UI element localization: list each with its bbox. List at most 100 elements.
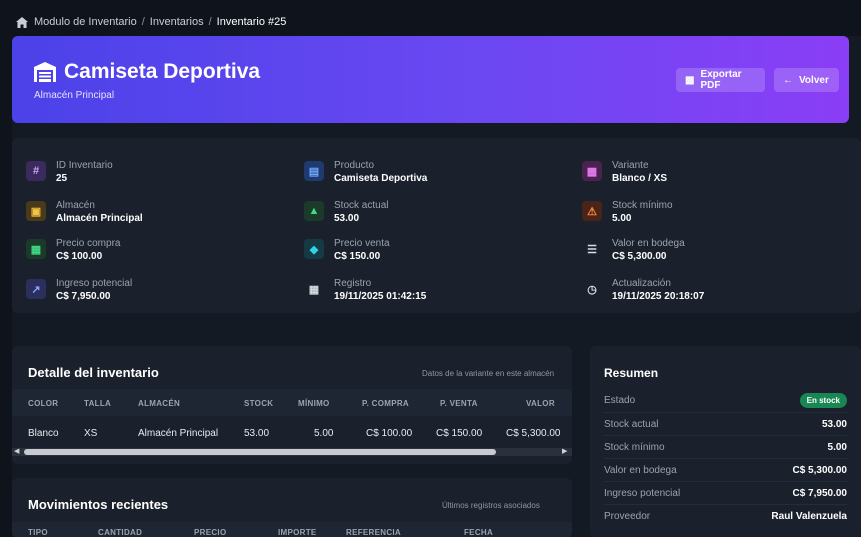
- info-label: Variante: [612, 160, 649, 171]
- column-header[interactable]: COLOR: [28, 399, 58, 408]
- info-item-warehouse: ▣ Almacén Almacén Principal: [26, 200, 143, 225]
- warning-icon: ⚠: [582, 201, 602, 221]
- info-label: ID Inventario: [56, 160, 113, 171]
- column-header[interactable]: VALOR: [526, 399, 555, 408]
- table-cell: Blanco: [28, 428, 59, 439]
- info-value: C$ 7,950.00: [56, 291, 111, 302]
- status-badge: En stock: [799, 392, 847, 408]
- summary-label: Stock actual: [604, 418, 659, 430]
- coins-icon: ☰: [587, 243, 597, 256]
- summary-card: Resumen Estado En stock Stock actual 53.…: [590, 346, 861, 537]
- page-header: Camiseta Deportiva Almacén Principal ▩ E…: [12, 36, 849, 123]
- table-cell: C$ 100.00: [366, 428, 413, 439]
- variant-icon: ▩: [582, 161, 602, 181]
- column-header[interactable]: CANTIDAD: [98, 528, 142, 537]
- column-header[interactable]: FECHA: [464, 528, 493, 537]
- warehouse-icon: [34, 62, 56, 82]
- info-value: 19/11/2025 20:18:07: [612, 291, 705, 302]
- column-header[interactable]: PRECIO: [194, 528, 226, 537]
- column-header[interactable]: TIPO: [28, 528, 48, 537]
- table-cell: XS: [84, 428, 98, 439]
- info-value: Blanco / XS: [612, 173, 668, 184]
- summary-label: Ingreso potencial: [604, 487, 681, 499]
- info-item-id: # ID Inventario 25: [26, 160, 113, 185]
- table-header: TIPO CANTIDAD PRECIO IMPORTE REFERENCIA …: [12, 522, 572, 537]
- page-title: Camiseta Deportiva: [34, 60, 260, 84]
- info-label: Precio compra: [56, 238, 121, 249]
- summary-title: Resumen: [604, 366, 659, 380]
- info-value: 5.00: [612, 213, 632, 224]
- file-pdf-icon: ▩: [685, 74, 695, 86]
- warehouse-icon: ▣: [26, 201, 46, 221]
- info-label: Valor en bodega: [612, 238, 685, 249]
- column-header[interactable]: P. COMPRA: [362, 399, 409, 408]
- summary-value: C$ 5,300.00: [792, 464, 848, 476]
- table-cell: 5.00: [314, 428, 334, 439]
- chart-line-icon: ↗: [26, 279, 46, 299]
- info-item-product: ▤ Producto Camiseta Deportiva: [304, 160, 427, 185]
- table-cell: Almacén Principal: [138, 428, 219, 439]
- box-icon: ▤: [304, 161, 324, 181]
- summary-value: Raul Valenzuela: [771, 510, 847, 522]
- column-header[interactable]: ALMACÉN: [138, 399, 180, 408]
- summary-label: Stock mínimo: [604, 441, 665, 453]
- info-label: Registro: [334, 278, 372, 289]
- info-item-purchase-price: ▦ Precio compra C$ 100.00: [26, 238, 120, 263]
- summary-row-status: Estado En stock: [604, 389, 847, 411]
- info-value: Camiseta Deportiva: [334, 173, 428, 184]
- page: Modulo de Inventario / Inventarios / Inv…: [12, 8, 861, 537]
- home-icon[interactable]: [16, 16, 28, 28]
- column-header[interactable]: IMPORTE: [278, 528, 317, 537]
- hash-icon: #: [26, 161, 46, 181]
- clock-icon: ◷: [587, 283, 597, 296]
- money-icon: ▦: [26, 239, 46, 259]
- summary-row: Proveedor Raul Valenzuela: [604, 505, 847, 527]
- info-item-current-stock: ▲ Stock actual 53.00: [304, 200, 388, 225]
- summary-row: Ingreso potencial C$ 7,950.00: [604, 482, 847, 504]
- arrow-left-icon: ←: [783, 74, 793, 86]
- scroll-right-icon[interactable]: ▶: [562, 448, 567, 456]
- horizontal-scrollbar[interactable]: ◀ ▶: [12, 448, 572, 456]
- export-pdf-button[interactable]: ▩ Exportar PDF: [676, 68, 765, 92]
- info-value: Almacén Principal: [56, 213, 143, 224]
- table-cell: C$ 150.00: [436, 428, 483, 439]
- back-label: Volver: [799, 74, 829, 86]
- column-header[interactable]: TALLA: [84, 399, 111, 408]
- info-value: C$ 100.00: [56, 251, 103, 262]
- info-value: 25: [56, 173, 68, 184]
- cubes-icon: ▲: [304, 201, 324, 221]
- breadcrumb-separator: /: [141, 16, 145, 28]
- scrollbar-thumb[interactable]: [24, 449, 496, 455]
- inventory-info-card: # ID Inventario 25 ▣ Almacén Almacén Princ…: [12, 138, 861, 313]
- summary-value: C$ 7,950.00: [792, 487, 848, 499]
- card-title: Movimientos recientes: [28, 497, 169, 512]
- calendar-icon: ▦: [308, 283, 320, 296]
- info-label: Almacén: [56, 200, 95, 211]
- column-header[interactable]: REFERENCIA: [346, 528, 401, 537]
- table-cell: 53.00: [244, 428, 270, 439]
- breadcrumb-separator: /: [208, 16, 212, 28]
- back-button[interactable]: ← Volver: [774, 68, 839, 92]
- inventory-detail-card: Detalle del inventario Datos de la varia…: [12, 346, 572, 464]
- summary-label: Proveedor: [604, 510, 651, 522]
- info-label: Stock mínimo: [612, 200, 673, 211]
- column-header[interactable]: MÍNIMO: [298, 399, 330, 408]
- column-header[interactable]: P. VENTA: [440, 399, 478, 408]
- summary-row: Valor en bodega C$ 5,300.00: [604, 459, 847, 481]
- info-item-updated: ◷ Actualización 19/11/2025 20:18:07: [582, 278, 704, 303]
- info-value: 19/11/2025 01:42:15: [334, 291, 427, 302]
- info-item-min-stock: ⚠ Stock mínimo 5.00: [582, 200, 673, 225]
- info-value: C$ 150.00: [334, 251, 381, 262]
- table-header: COLOR TALLA ALMACÉN STOCK MÍNIMO P. COMP…: [12, 389, 572, 416]
- column-header[interactable]: STOCK: [244, 399, 273, 408]
- breadcrumb-item-inventories[interactable]: Inventarios: [150, 16, 204, 28]
- info-label: Precio venta: [334, 238, 390, 249]
- info-item-variant: ▩ Variante Blanco / XS: [582, 160, 667, 185]
- export-pdf-label: Exportar PDF: [700, 69, 742, 91]
- info-value: 53.00: [334, 213, 360, 224]
- table-cell: C$ 5,300.00: [506, 428, 561, 439]
- breadcrumb-item-module[interactable]: Modulo de Inventario: [34, 16, 137, 28]
- scroll-left-icon[interactable]: ◀: [14, 448, 19, 456]
- summary-row: Stock mínimo 5.00: [604, 436, 847, 458]
- info-item-sale-price: ◆ Precio venta C$ 150.00: [304, 238, 390, 263]
